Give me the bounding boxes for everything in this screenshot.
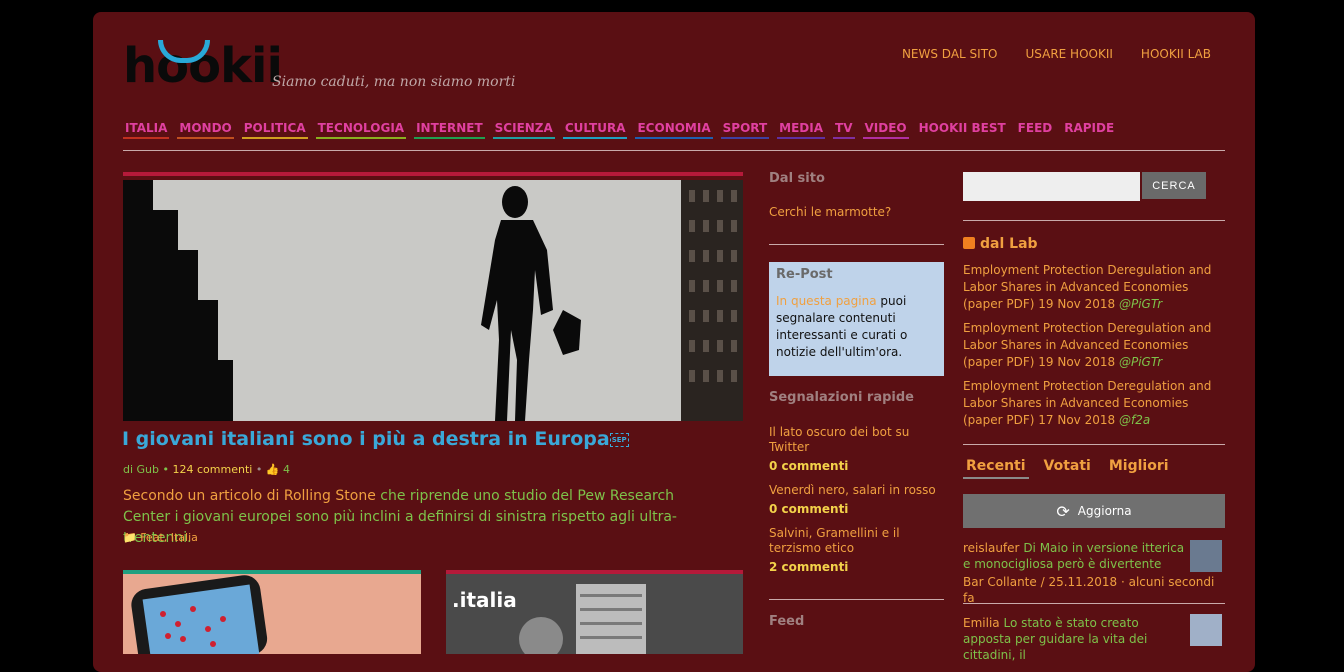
category-mondo[interactable]: MONDO xyxy=(177,121,234,139)
tab-votati[interactable]: Votati xyxy=(1041,458,1094,479)
repost-text: In questa pagina puoi segnalare contenut… xyxy=(776,293,936,361)
mid-divider-1 xyxy=(769,244,944,245)
rapide-heading: Segnalazioni rapide xyxy=(769,390,914,405)
rapide-comments[interactable]: 0 commenti xyxy=(769,459,919,474)
article-card-2[interactable]: .italia xyxy=(446,570,743,654)
lab-heading-text: dal Lab xyxy=(980,236,1038,252)
side-divider-2 xyxy=(963,444,1225,445)
tab-migliori[interactable]: Migliori xyxy=(1106,458,1172,479)
hero-image[interactable] xyxy=(123,180,743,421)
card-image-2[interactable] xyxy=(446,574,743,654)
category-cultura[interactable]: CULTURA xyxy=(562,121,628,139)
avatar[interactable] xyxy=(1190,614,1222,646)
excerpt-link[interactable]: Secondo un articolo di Rolling Stone xyxy=(123,488,376,504)
rapide-title[interactable]: Salvini, Gramellini e il terzismo etico xyxy=(769,526,909,556)
top-nav: NEWS DAL SITO USARE HOOKII HOOKII LAB xyxy=(902,47,1211,61)
side-divider-3 xyxy=(963,603,1225,604)
feed-heading: Feed xyxy=(769,614,805,629)
topnav-lab[interactable]: HOOKII LAB xyxy=(1141,47,1211,61)
hero-byline: di Gub • 124 commenti • 👍 4 xyxy=(123,463,290,476)
hero-tags[interactable]: 📁 Feat, Italia xyxy=(123,531,198,544)
hero-excerpt: Secondo un articolo di Rolling Stone che… xyxy=(123,486,723,549)
rss-icon[interactable] xyxy=(963,237,975,249)
lab-item-text[interactable]: Employment Protection Deregulation and L… xyxy=(963,379,1211,427)
repost-box: Re-Post In questa pagina puoi segnalare … xyxy=(769,262,944,376)
refresh-label: Aggiorna xyxy=(1077,504,1132,518)
hero-title-text[interactable]: I giovani italiani sono i più a destra i… xyxy=(122,428,610,450)
hero-likes-count: 4 xyxy=(283,463,290,476)
refresh-button[interactable]: ⟳ Aggiorna xyxy=(963,494,1225,528)
category-nav: ITALIA MONDO POLITICA TECNOLOGIA INTERNET SCI… xyxy=(123,121,1117,139)
category-economia[interactable]: ECONOMIA xyxy=(635,121,713,139)
comments-tabs: Recenti Votati Migliori xyxy=(963,458,1172,479)
rapide-item-2[interactable]: Venerdì nero, salari in rosso 0 commenti xyxy=(769,483,944,517)
category-video[interactable]: VIDEO xyxy=(862,121,909,139)
lab-item-text[interactable]: Employment Protection Deregulation and L… xyxy=(963,263,1211,311)
lab-item-text[interactable]: Employment Protection Deregulation and L… xyxy=(963,321,1211,369)
rapide-item-1[interactable]: Il lato oscuro dei bot su Twitter 0 comm… xyxy=(769,425,919,474)
dal-sito-heading: Dal sito xyxy=(769,171,825,186)
category-politica[interactable]: POLITICA xyxy=(241,121,308,139)
card-label-italia: .italia xyxy=(452,588,517,612)
comment-meta[interactable]: Bar Collante / 25.11.2018 · alcuni secon… xyxy=(963,574,1225,606)
avatar[interactable] xyxy=(1190,540,1222,572)
search-button[interactable]: CERCA xyxy=(1142,172,1206,199)
category-tecnologia[interactable]: TECNOLOGIA xyxy=(315,121,407,139)
rapide-comments[interactable]: 2 commenti xyxy=(769,560,909,575)
hero-tags-text[interactable]: Feat, Italia xyxy=(140,531,198,544)
lab-item-author[interactable]: @PiGTr xyxy=(1119,355,1162,369)
sep-glyph: SEP xyxy=(609,432,629,447)
category-internet[interactable]: INTERNET xyxy=(414,121,485,139)
tab-recenti[interactable]: Recenti xyxy=(963,458,1029,479)
dal-sito-link[interactable]: Cerchi le marmotte? xyxy=(769,205,891,219)
lab-item-3[interactable]: Employment Protection Deregulation and L… xyxy=(963,378,1225,429)
rapide-item-3[interactable]: Salvini, Gramellini e il terzismo etico … xyxy=(769,526,909,575)
repost-heading: Re-Post xyxy=(776,267,833,282)
recent-comment-1[interactable]: reislaufer Di Maio in versione itterica … xyxy=(963,540,1214,606)
article-card-1[interactable] xyxy=(123,570,421,654)
lab-heading: dal Lab xyxy=(963,236,1038,252)
lab-item-2[interactable]: Employment Protection Deregulation and L… xyxy=(963,320,1225,371)
hero-author[interactable]: di Gub • xyxy=(123,463,169,476)
category-hookii-best[interactable]: HOOKII BEST xyxy=(916,121,1008,139)
topnav-news[interactable]: NEWS DAL SITO xyxy=(902,47,998,61)
rapide-title[interactable]: Il lato oscuro dei bot su Twitter xyxy=(769,425,919,455)
topnav-usare[interactable]: USARE HOOKII xyxy=(1025,47,1112,61)
category-sport[interactable]: SPORT xyxy=(720,121,770,139)
refresh-icon: ⟳ xyxy=(1056,501,1070,521)
comment-user[interactable]: Emilia xyxy=(963,616,1000,630)
mid-divider-2 xyxy=(769,599,944,600)
rapide-title[interactable]: Venerdì nero, salari in rosso xyxy=(769,483,944,498)
category-feed[interactable]: FEED xyxy=(1015,121,1055,139)
lab-item-author[interactable]: @PiGTr xyxy=(1119,297,1162,311)
site-logo[interactable]: hookii xyxy=(123,40,283,90)
category-tv[interactable]: TV xyxy=(833,121,855,139)
card-image-1[interactable] xyxy=(123,574,421,654)
category-rapide[interactable]: RAPIDE xyxy=(1062,121,1117,139)
comment-user[interactable]: reislaufer xyxy=(963,541,1019,555)
category-scienza[interactable]: SCIENZA xyxy=(492,121,555,139)
rapide-comments[interactable]: 0 commenti xyxy=(769,502,944,517)
hero-comments-link[interactable]: 124 commenti xyxy=(173,463,253,476)
side-divider-1 xyxy=(963,220,1225,221)
repost-link[interactable]: In questa pagina xyxy=(776,294,877,308)
header-divider xyxy=(123,150,1225,151)
lab-item-author[interactable]: @f2a xyxy=(1119,413,1150,427)
hero-title[interactable]: I giovani italiani sono i più a destra i… xyxy=(122,428,629,450)
category-italia[interactable]: ITALIA xyxy=(123,121,170,139)
search-input[interactable] xyxy=(963,172,1140,201)
lab-item-1[interactable]: Employment Protection Deregulation and L… xyxy=(963,262,1225,313)
site-tagline: Siamo caduti, ma non siamo morti xyxy=(272,74,516,90)
folder-icon: 📁 xyxy=(123,531,137,544)
recent-comment-2[interactable]: Emilia Lo stato è stato creato apposta p… xyxy=(963,615,1188,663)
thumbs-up-icon: • 👍 xyxy=(255,463,280,476)
hero-color-bar xyxy=(123,172,743,176)
category-media[interactable]: MEDIA xyxy=(777,121,826,139)
